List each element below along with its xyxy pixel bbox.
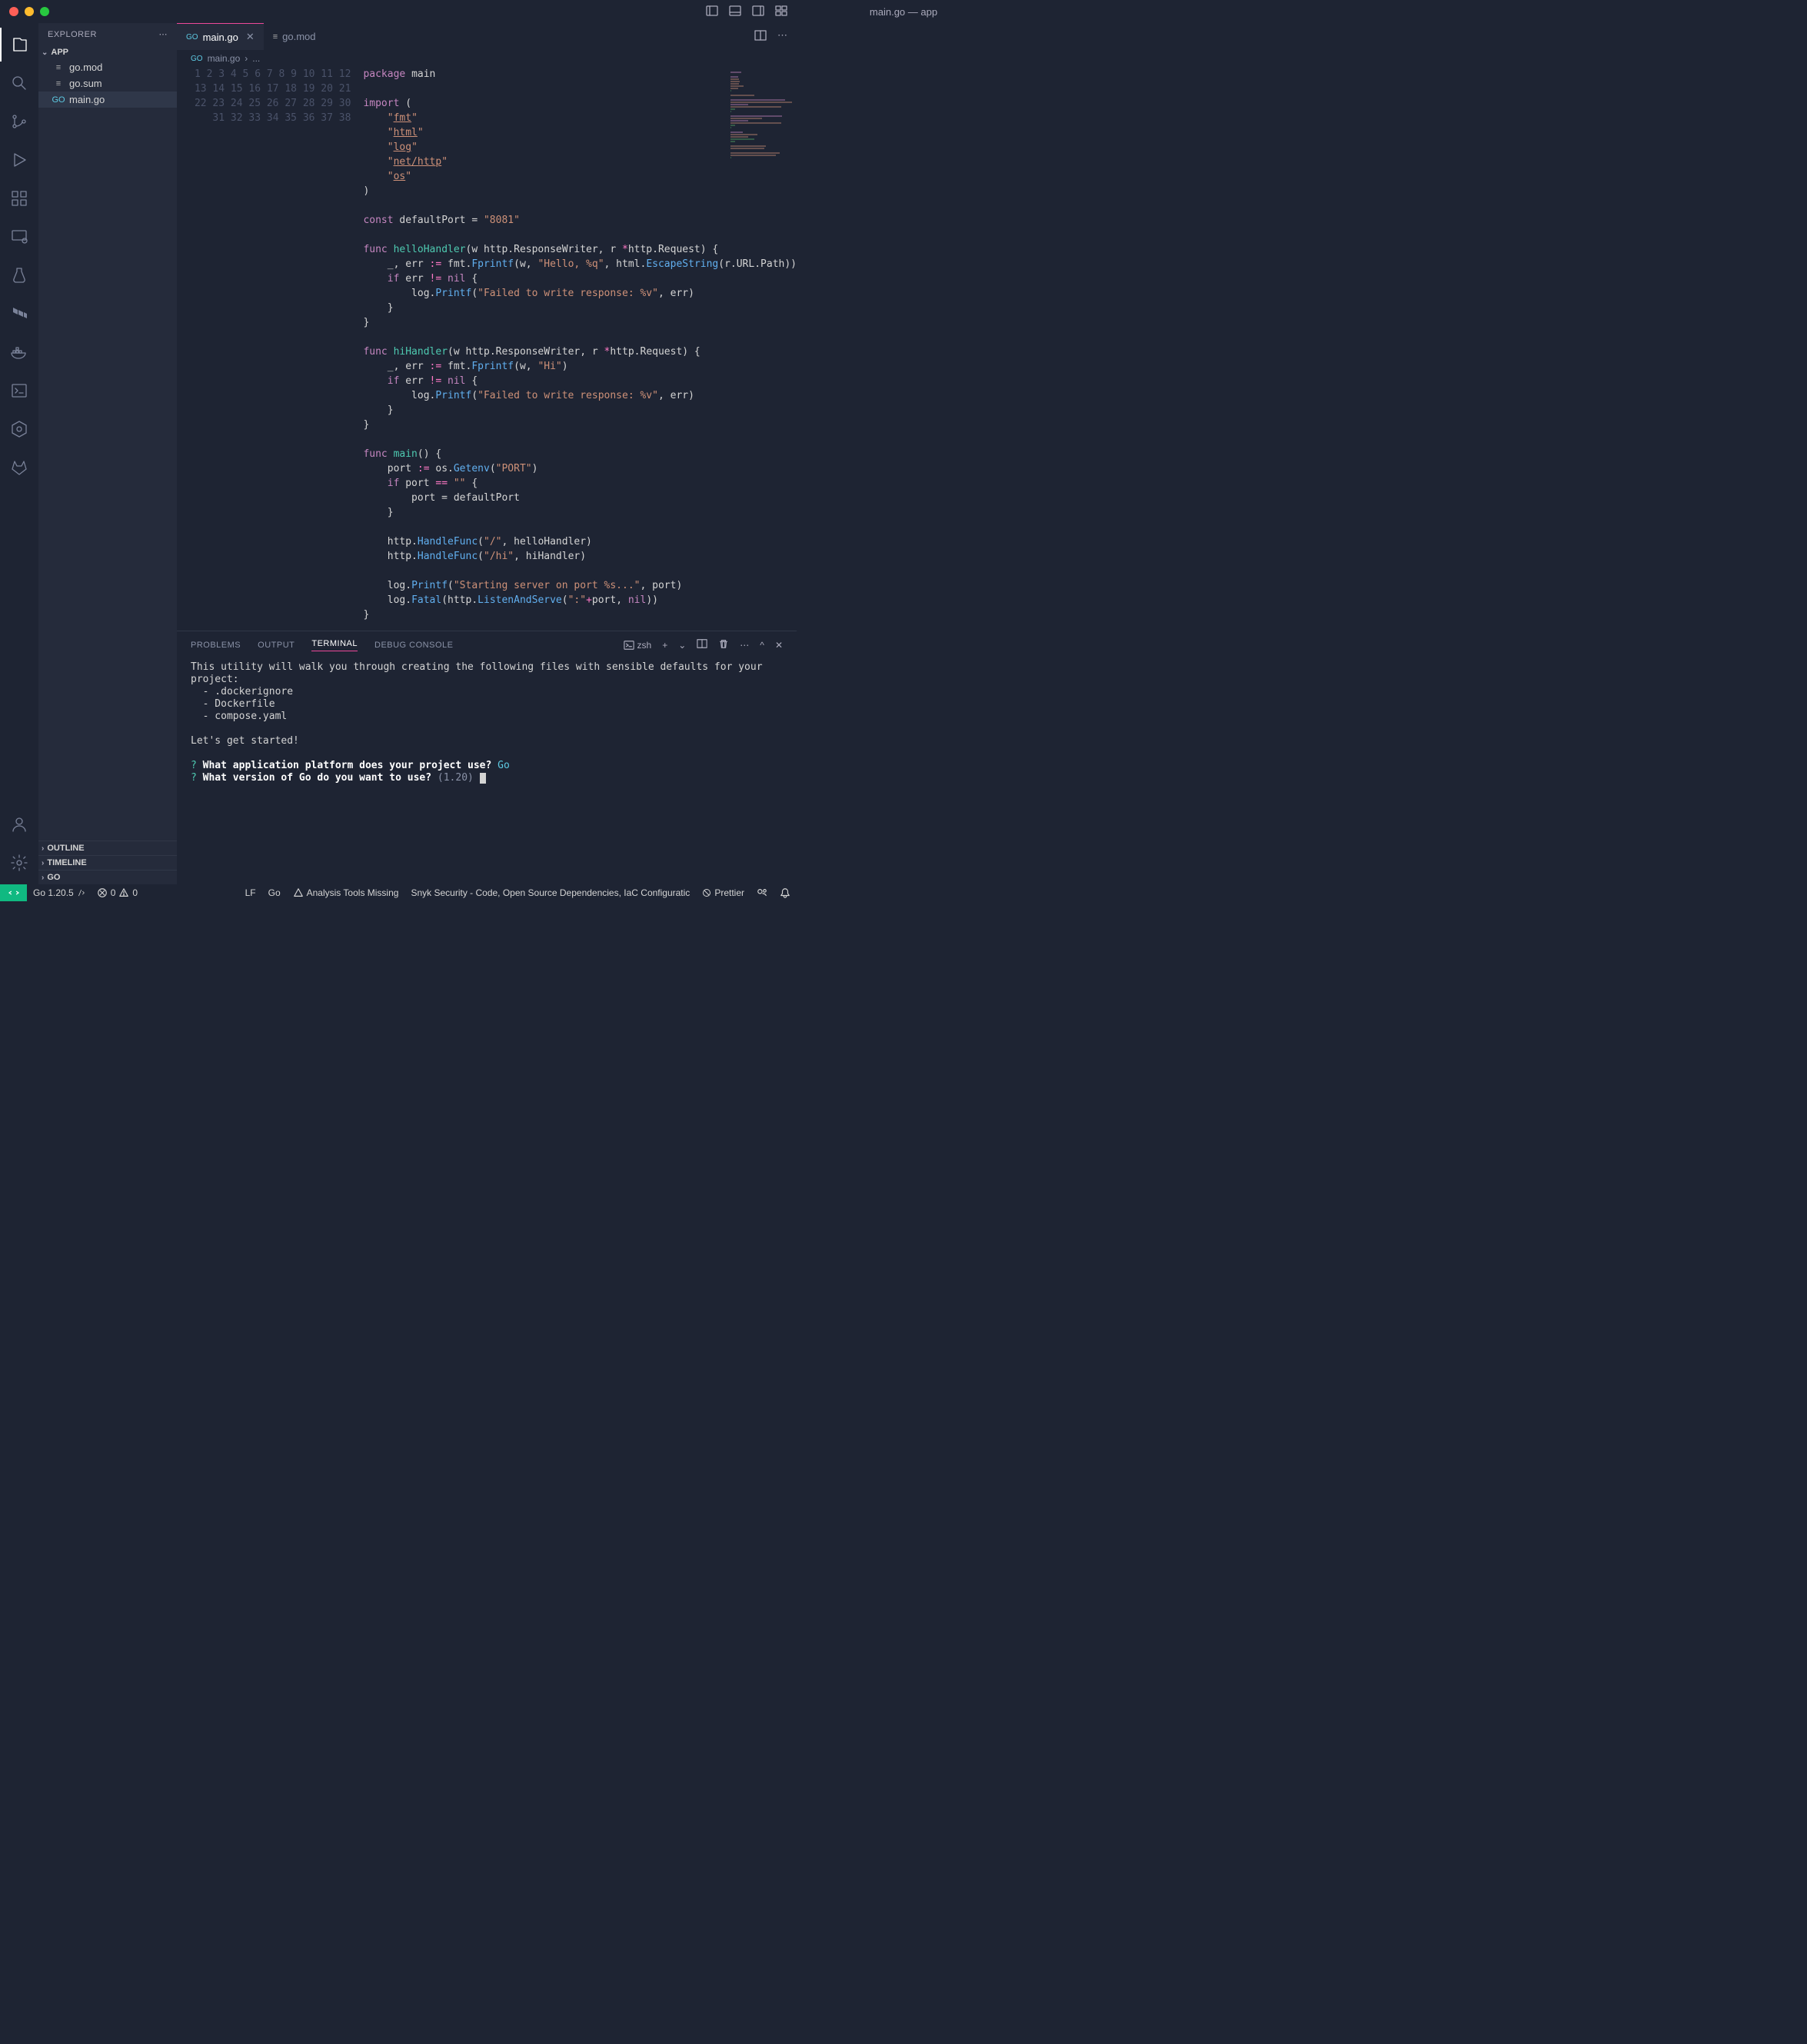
prettier-status[interactable]: Prettier xyxy=(696,887,750,898)
file-item-main-go[interactable]: GO main.go xyxy=(38,92,177,108)
section-timeline[interactable]: ›TIMELINE xyxy=(38,855,177,870)
editor-more-icon[interactable]: ⋯ xyxy=(777,29,787,44)
explorer-title: EXPLORER xyxy=(48,30,97,39)
terminal-dropdown-icon[interactable]: ⌄ xyxy=(678,640,686,651)
folder-header[interactable]: ⌄ APP xyxy=(38,45,177,59)
chevron-down-icon: ⌄ xyxy=(42,48,48,57)
panel-tab-problems[interactable]: PROBLEMS xyxy=(191,641,241,650)
text-file-icon: ≡ xyxy=(273,32,278,42)
chevron-right-icon: › xyxy=(245,53,248,64)
layout-custom-icon[interactable] xyxy=(775,5,787,19)
breadcrumb[interactable]: GO main.go › ... xyxy=(177,50,797,67)
activity-bar xyxy=(0,23,38,884)
go-version[interactable]: Go 1.20.5 xyxy=(27,887,91,898)
window-minimize[interactable] xyxy=(25,7,34,16)
source-control-icon[interactable] xyxy=(0,105,38,138)
panel-tab-debug-console[interactable]: DEBUG CONSOLE xyxy=(374,641,453,650)
split-editor-icon[interactable] xyxy=(754,29,767,44)
terminal-shell-name: zsh xyxy=(637,640,652,651)
section-go[interactable]: ›GO xyxy=(38,870,177,884)
text-file-icon: ≡ xyxy=(52,79,65,88)
tab-label: go.mod xyxy=(282,31,315,42)
search-icon[interactable] xyxy=(0,66,38,100)
kill-terminal-icon[interactable] xyxy=(718,638,729,651)
go-file-icon: GO xyxy=(186,33,198,42)
chevron-right-icon: › xyxy=(42,844,44,853)
bottom-panel: PROBLEMSOUTPUTTERMINALDEBUG CONSOLE zsh … xyxy=(177,631,797,884)
accounts-icon[interactable] xyxy=(0,807,38,841)
go-file-icon: GO xyxy=(191,55,203,63)
layout-right-icon[interactable] xyxy=(752,5,764,19)
breadcrumb-file: main.go xyxy=(208,53,241,64)
terminal-panel-icon[interactable] xyxy=(0,374,38,408)
notifications-icon[interactable] xyxy=(774,887,797,898)
chevron-right-icon: › xyxy=(42,874,44,882)
remote-explorer-icon[interactable] xyxy=(0,220,38,254)
gitlab-icon[interactable] xyxy=(0,451,38,484)
panel-tab-output[interactable]: OUTPUT xyxy=(258,641,295,650)
sidebar: EXPLORER ⋯ ⌄ APP ≡ go.mod ≡ go.sum GO main.go… xyxy=(38,23,177,884)
section-label: GO xyxy=(47,873,60,882)
terraform-icon[interactable] xyxy=(0,297,38,331)
tab-go-mod[interactable]: ≡ go.mod xyxy=(264,23,325,50)
close-panel-icon[interactable]: ✕ xyxy=(775,640,783,651)
explorer-more-icon[interactable]: ⋯ xyxy=(159,29,168,39)
terminal-shell-icon[interactable]: zsh xyxy=(624,640,652,651)
snyk-status[interactable]: Snyk Security - Code, Open Source Depend… xyxy=(404,887,696,898)
testing-icon[interactable] xyxy=(0,258,38,292)
file-name: go.mod xyxy=(69,62,102,73)
status-bar: Go 1.20.5 0 0 LF Go Analysis Tools Missi… xyxy=(0,884,797,901)
eol-indicator[interactable]: LF xyxy=(239,887,262,898)
split-terminal-icon[interactable] xyxy=(697,638,707,651)
section-label: OUTLINE xyxy=(47,844,84,853)
terminal-body[interactable]: This utility will walk you through creat… xyxy=(177,658,797,884)
analysis-warning[interactable]: Analysis Tools Missing xyxy=(287,887,405,898)
settings-icon[interactable] xyxy=(0,846,38,880)
tab-label: main.go xyxy=(203,32,238,43)
panel-tab-terminal[interactable]: TERMINAL xyxy=(311,639,358,651)
docker-icon[interactable] xyxy=(0,335,38,369)
layout-left-icon[interactable] xyxy=(706,5,718,19)
breadcrumb-more: ... xyxy=(252,53,260,64)
minimap[interactable] xyxy=(730,72,792,164)
run-debug-icon[interactable] xyxy=(0,143,38,177)
maximize-panel-icon[interactable]: ^ xyxy=(760,640,764,651)
section-label: TIMELINE xyxy=(47,858,86,867)
text-file-icon: ≡ xyxy=(52,63,65,72)
tab-main-go[interactable]: GO main.go ✕ xyxy=(177,23,264,50)
remote-indicator[interactable] xyxy=(0,884,27,901)
window-close[interactable] xyxy=(9,7,18,16)
kubernetes-icon[interactable] xyxy=(0,412,38,446)
explorer-icon[interactable] xyxy=(0,28,38,62)
file-name: main.go xyxy=(69,94,105,105)
window-maximize[interactable] xyxy=(40,7,49,16)
go-file-icon: GO xyxy=(52,95,65,105)
close-tab-icon[interactable]: ✕ xyxy=(246,31,255,43)
window-title: main.go — app xyxy=(870,6,937,18)
line-gutter: 1 2 3 4 5 6 7 8 9 10 11 12 13 14 15 16 1… xyxy=(177,67,363,631)
feedback-icon[interactable] xyxy=(750,887,774,898)
panel-more-icon[interactable]: ⋯ xyxy=(740,640,749,651)
language-mode[interactable]: Go xyxy=(262,887,287,898)
file-item-go-sum[interactable]: ≡ go.sum xyxy=(38,75,177,92)
file-item-go-mod[interactable]: ≡ go.mod xyxy=(38,59,177,75)
tabs-bar: GO main.go ✕ ≡ go.mod ⋯ xyxy=(177,23,797,50)
problems-count[interactable]: 0 0 xyxy=(91,887,144,898)
folder-name: APP xyxy=(51,48,68,57)
layout-bottom-icon[interactable] xyxy=(729,5,741,19)
chevron-right-icon: › xyxy=(42,859,44,867)
extensions-icon[interactable] xyxy=(0,181,38,215)
file-name: go.sum xyxy=(69,78,102,89)
section-outline[interactable]: ›OUTLINE xyxy=(38,841,177,855)
new-terminal-icon[interactable]: + xyxy=(662,640,667,651)
